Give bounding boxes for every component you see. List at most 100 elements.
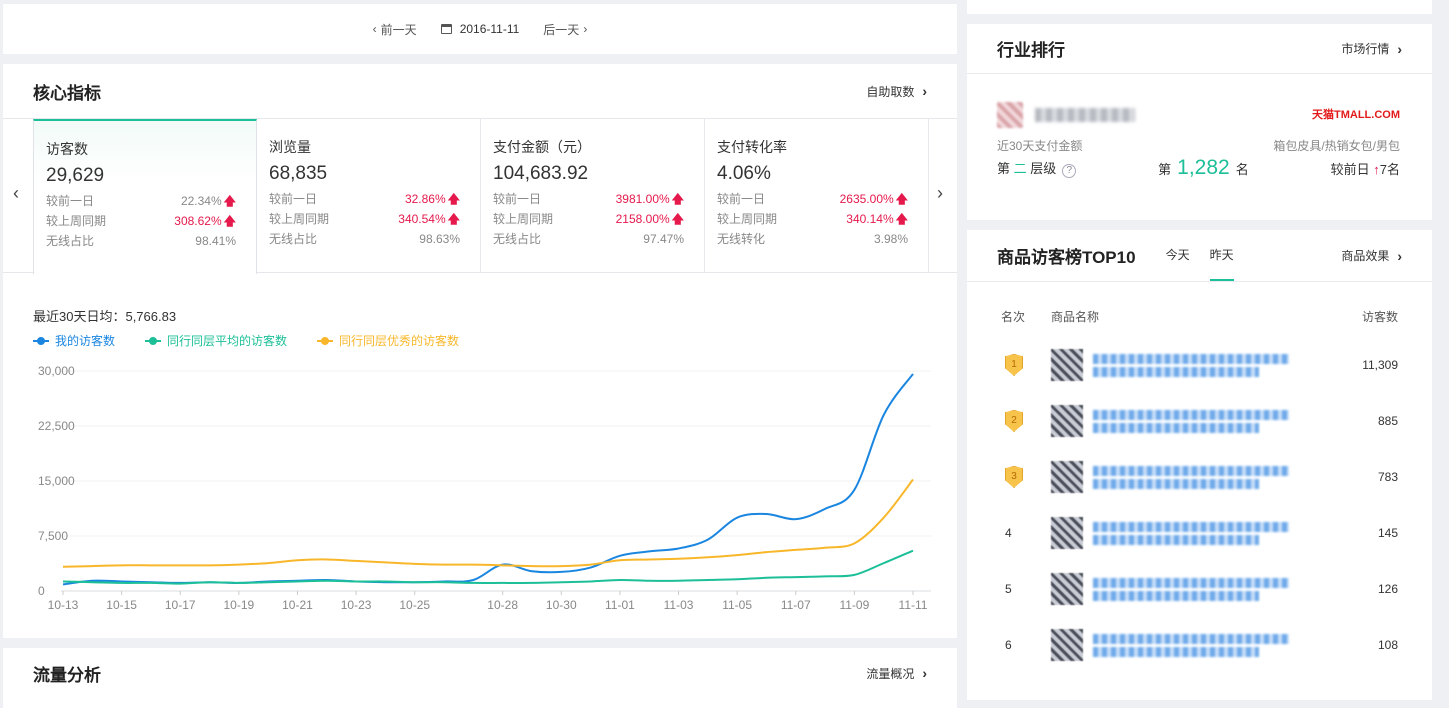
product-name-redacted[interactable] — [1093, 463, 1328, 492]
metric-row: 无线占比 98.63% — [269, 229, 468, 249]
rank-position: 第 1,282 名 — [1158, 156, 1249, 180]
rank-number: 1,282 — [1177, 156, 1230, 179]
product-effect-link[interactable]: 商品效果 › — [1341, 247, 1402, 264]
product-row[interactable]: 6 108 — [1001, 625, 1398, 665]
series-line — [62, 478, 914, 568]
help-icon[interactable]: ? — [1062, 164, 1077, 178]
metric-row-label: 较前一日 — [717, 192, 766, 206]
metric-card[interactable]: 支付金额（元） 104,683.92 较前一日 3981.00% 🡅 较上周同期 … — [481, 119, 705, 273]
metric-row-value: 340.54% — [398, 212, 446, 226]
tier-number: 二 — [1013, 161, 1027, 176]
traffic-overview-label: 流量概况 — [866, 666, 915, 681]
col-rank: 名次 — [1001, 310, 1026, 324]
metric-carousel: ‹ › 访客数 29,629 较前一日 22.34% 🡅 较上周同期 308.62… — [3, 118, 957, 274]
y-tick-label: 0 — [38, 584, 45, 598]
legend-item[interactable]: 同行同层优秀的访客数 — [317, 332, 459, 349]
carousel-next-button[interactable]: › — [937, 183, 943, 204]
product-visitors: 885 — [1377, 414, 1398, 428]
top10-tab[interactable]: 昨天 — [1209, 230, 1234, 281]
product-thumbnail[interactable] — [1051, 629, 1083, 661]
metric-value: 4.06% — [717, 163, 771, 184]
metric-row-value: 3981.00% — [615, 192, 670, 206]
product-name-redacted[interactable] — [1093, 631, 1328, 660]
arrow-up-icon: 🡅 — [671, 192, 684, 206]
industry-rank-panel: 行业排行 市场行情 › 天猫TMALL.COM 近30天支付金额 箱包皮具/热销女… — [967, 24, 1432, 220]
product-thumbnail[interactable] — [1051, 461, 1083, 493]
col-product-name: 商品名称 — [1051, 310, 1100, 324]
chevron-right-icon: › — [1397, 40, 1402, 57]
metric-row: 较前一日 2635.00% 🡅 — [717, 189, 916, 209]
metric-row-label: 较上周同期 — [269, 212, 330, 226]
prev-day-button[interactable]: ‹ 前一天 — [373, 21, 417, 38]
product-name-redacted[interactable] — [1093, 407, 1328, 436]
carousel-prev-button[interactable]: ‹ — [13, 183, 19, 204]
top10-tab[interactable]: 今天 — [1166, 230, 1190, 281]
traffic-overview-link[interactable]: 流量概况 › — [866, 665, 927, 682]
product-row[interactable]: 3 783 — [1001, 457, 1398, 497]
chevron-right-icon: › — [1397, 247, 1402, 264]
metric-row-value: 308.62% — [174, 214, 222, 228]
product-thumbnail[interactable] — [1051, 517, 1083, 549]
self-service-link[interactable]: 自助取数 › — [866, 83, 927, 100]
rank-category: 箱包皮具/热销女包/男包 — [1273, 139, 1400, 153]
current-date: 2016-11-11 — [459, 22, 520, 36]
market-link[interactable]: 市场行情 › — [1341, 40, 1402, 57]
legend-item[interactable]: 我的访客数 — [33, 332, 115, 349]
rank-medal-icon: 1 — [1005, 354, 1023, 376]
legend-item[interactable]: 同行同层平均的访客数 — [145, 332, 287, 349]
arrow-up-icon: 🡅 — [223, 194, 236, 208]
metric-row-label: 无线占比 — [269, 232, 318, 246]
metric-row-label: 较上周同期 — [717, 212, 778, 226]
prev-day-label: 前一天 — [380, 22, 417, 37]
legend-marker — [145, 336, 162, 345]
product-row[interactable]: 2 885 — [1001, 401, 1398, 441]
metric-row: 较上周同期 340.14% 🡅 — [717, 209, 916, 229]
legend-label: 同行同层优秀的访客数 — [339, 334, 460, 348]
product-name-redacted[interactable] — [1093, 519, 1328, 548]
next-day-button[interactable]: 后一天 › — [543, 21, 587, 38]
thirty-day-average: 最近30天日均：5,766.83 — [33, 309, 177, 324]
x-tick-label: 11-03 — [664, 598, 694, 612]
product-name-redacted[interactable] — [1093, 575, 1328, 604]
rank-number: 5 — [1005, 582, 1012, 596]
product-visitors: 108 — [1377, 638, 1398, 652]
x-tick-label: 11-01 — [605, 598, 635, 612]
product-thumbnail[interactable] — [1051, 573, 1083, 605]
metric-row: 较前一日 32.86% 🡅 — [269, 189, 468, 209]
product-thumbnail[interactable] — [1051, 349, 1083, 381]
product-name-redacted[interactable] — [1093, 351, 1328, 380]
top-right-panel-edge — [967, 0, 1432, 14]
chevron-right-icon: › — [922, 665, 927, 681]
metric-row-label: 较前一日 — [46, 194, 95, 208]
metric-row-value: 97.47% — [643, 232, 684, 246]
metric-card[interactable]: 浏览量 68,835 较前一日 32.86% 🡅 较上周同期 340.54% 🡅 无… — [257, 119, 481, 273]
product-visitors: 126 — [1377, 582, 1398, 596]
metric-card[interactable]: 访客数 29,629 较前一日 22.34% 🡅 较上周同期 308.62% 🡅 无… — [33, 119, 257, 274]
shop-logo — [997, 102, 1023, 128]
metric-row: 较上周同期 308.62% 🡅 — [46, 211, 244, 231]
metric-row: 无线转化 3.98% — [717, 229, 916, 249]
trend-chart-svg: 30,000 22,500 15,000 7,500 010-13 10-15 10-17 1… — [38, 364, 931, 612]
product-row[interactable]: 1 11,309 — [1001, 345, 1398, 385]
metric-row-label: 较前一日 — [269, 192, 318, 206]
metric-row-value: 2158.00% — [615, 212, 670, 226]
metric-row: 较上周同期 340.54% 🡅 — [269, 209, 468, 229]
tier-prefix: 第 — [997, 161, 1011, 176]
metric-row: 无线占比 98.41% — [46, 231, 244, 251]
product-row[interactable]: 5 126 — [1001, 569, 1398, 609]
metric-card[interactable]: 支付转化率 4.06% 较前一日 2635.00% 🡅 较上周同期 340.14%… — [705, 119, 929, 273]
date-picker[interactable]: 2016-11-11 — [440, 22, 520, 36]
metric-row: 较前一日 3981.00% 🡅 — [493, 189, 692, 209]
top10-table-header: 名次 商品名称 访客数 — [1001, 308, 1398, 325]
chart-legend: 我的访客数 同行同层平均的访客数 同行同层优秀的访客数 — [33, 332, 459, 349]
x-tick-label: 11-09 — [839, 598, 869, 612]
metric-row-label: 无线转化 — [717, 232, 766, 246]
metric-title: 支付转化率 — [717, 139, 787, 155]
product-row[interactable]: 4 145 — [1001, 513, 1398, 553]
product-thumbnail[interactable] — [1051, 405, 1083, 437]
x-tick-label: 10-23 — [341, 598, 372, 612]
tier-suffix: 层级 — [1030, 161, 1057, 176]
rank-number: 6 — [1005, 638, 1012, 652]
rank-suffix: 名 — [1235, 162, 1249, 177]
metric-row-label: 无线占比 — [46, 234, 95, 248]
